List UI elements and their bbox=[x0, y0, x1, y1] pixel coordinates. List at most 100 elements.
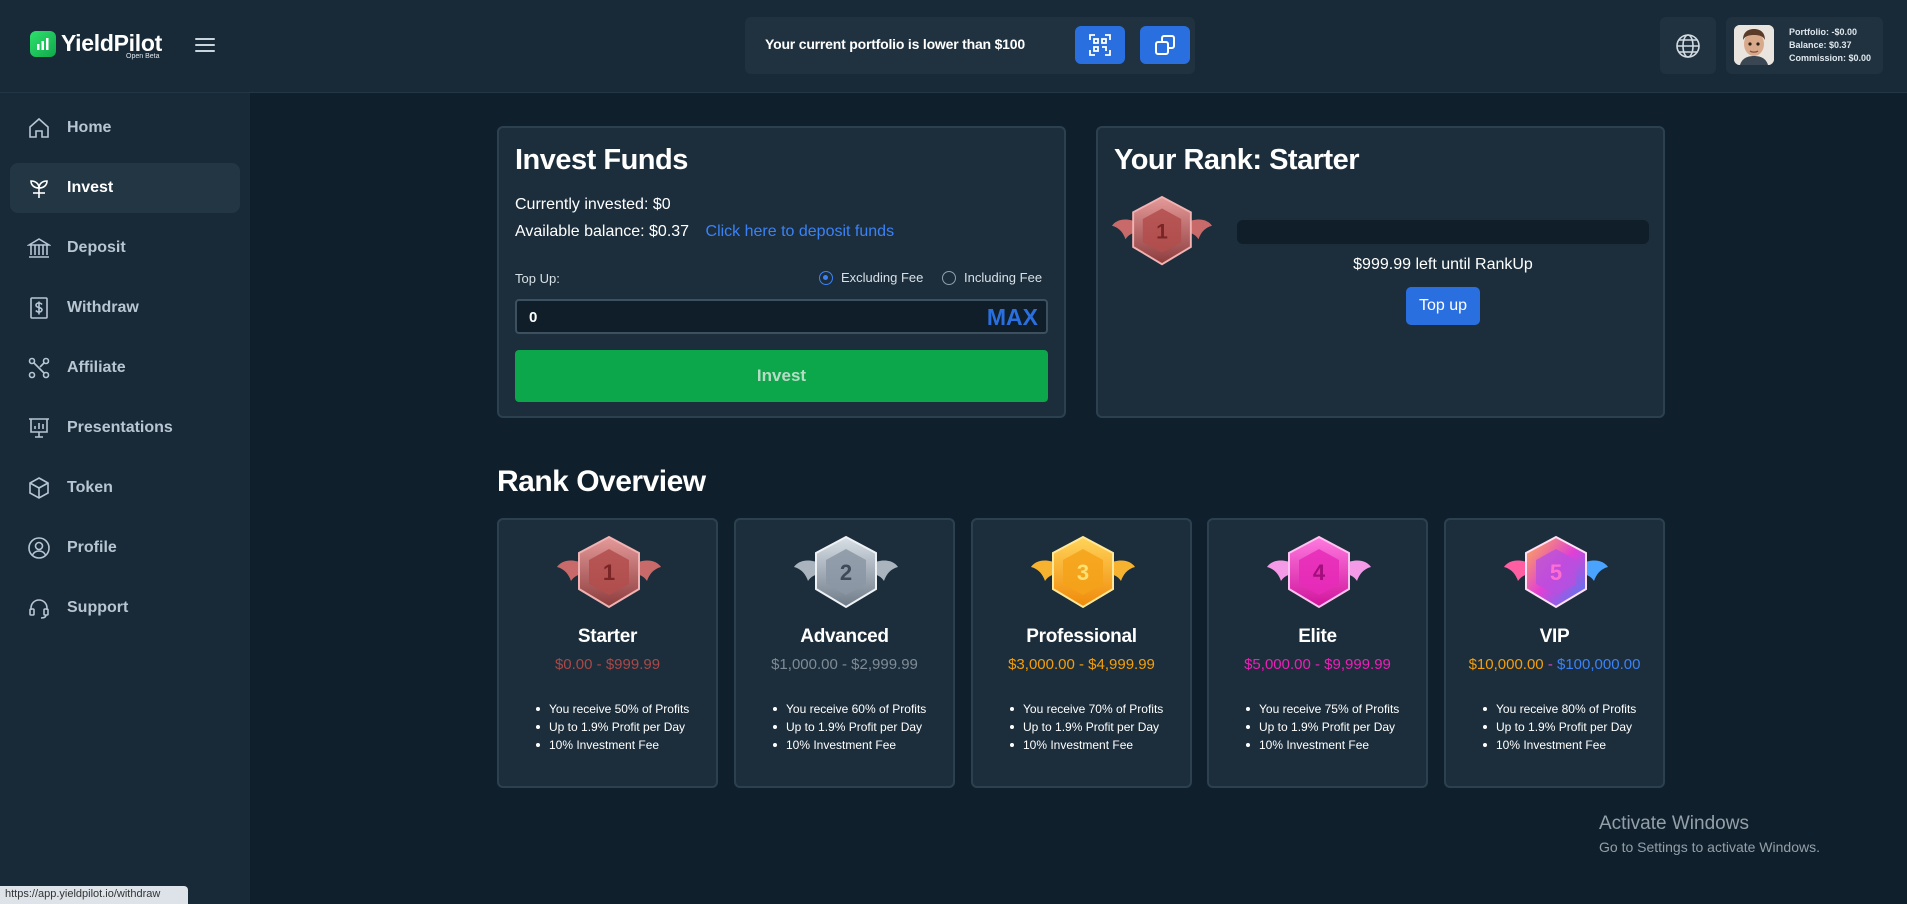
sidebar-item-presentations[interactable]: Presentations bbox=[10, 403, 240, 453]
avatar[interactable] bbox=[1734, 25, 1774, 65]
sidebar-item-withdraw[interactable]: Withdraw bbox=[10, 283, 240, 333]
top-header: YieldPilot Open Beta Your current portfo… bbox=[0, 0, 1907, 93]
rank-card-vip: 5 VIP $10,000.00 - $100,000.00 You recei… bbox=[1444, 518, 1665, 788]
qr-icon bbox=[1089, 34, 1111, 56]
perk-item: You receive 70% of Profits bbox=[1010, 700, 1163, 718]
badge-number: 1 bbox=[603, 560, 615, 585]
brand-logo[interactable]: YieldPilot Open Beta bbox=[30, 30, 162, 60]
elite-badge-icon: 4 bbox=[1267, 535, 1371, 609]
perk-item: You receive 80% of Profits bbox=[1483, 700, 1636, 718]
withdraw-icon bbox=[30, 297, 48, 319]
sidebar-item-label: Invest bbox=[67, 179, 114, 196]
perk-item: 10% Investment Fee bbox=[1483, 736, 1636, 754]
perk-item: You receive 75% of Profits bbox=[1246, 700, 1399, 718]
deposit-funds-link[interactable]: Click here to deposit funds bbox=[706, 223, 895, 240]
sidebar-item-profile[interactable]: Profile bbox=[10, 523, 240, 573]
topup-label: Top Up: bbox=[515, 271, 560, 286]
perk-item: 10% Investment Fee bbox=[536, 736, 689, 754]
home-icon bbox=[29, 117, 49, 138]
copy-button[interactable] bbox=[1140, 26, 1190, 64]
sidebar-item-label: Affiliate bbox=[67, 359, 126, 376]
including-fee-radio[interactable]: Including Fee bbox=[942, 270, 1042, 285]
starter-badge-icon: 1 bbox=[557, 535, 661, 609]
radio-checked-icon bbox=[819, 270, 833, 285]
perk-item: 10% Investment Fee bbox=[1246, 736, 1399, 754]
copy-icon bbox=[1155, 35, 1175, 55]
including-fee-label: Including Fee bbox=[964, 270, 1043, 285]
user-icon bbox=[28, 537, 50, 559]
rank-perks: You receive 50% of Profits Up to 1.9% Pr… bbox=[536, 700, 689, 754]
commission-value: Commission: $0.00 bbox=[1789, 53, 1872, 63]
sidebar-item-label: Home bbox=[67, 119, 112, 136]
presentation-icon bbox=[29, 418, 49, 438]
rank-name: Elite bbox=[1298, 626, 1337, 647]
sidebar: Home Invest Deposit Withdraw Affiliate P… bbox=[0, 93, 250, 904]
badge-number: 4 bbox=[1313, 560, 1326, 585]
sidebar-item-deposit[interactable]: Deposit bbox=[10, 223, 240, 273]
rank-perks: You receive 75% of Profits Up to 1.9% Pr… bbox=[1246, 700, 1399, 754]
perk-item: You receive 50% of Profits bbox=[536, 700, 689, 718]
starter-rank-badge-icon: 1 bbox=[1112, 195, 1212, 266]
perk-item: You receive 60% of Profits bbox=[773, 700, 926, 718]
sidebar-item-invest[interactable]: Invest bbox=[10, 163, 240, 213]
sidebar-item-label: Presentations bbox=[67, 419, 173, 436]
perk-item: Up to 1.9% Profit per Day bbox=[536, 718, 689, 736]
rank-card-advanced: 2 Advanced $1,000.00 - $2,999.99 You rec… bbox=[734, 518, 955, 788]
sidebar-item-home[interactable]: Home bbox=[10, 103, 240, 153]
bank-icon bbox=[27, 238, 51, 258]
rank-card-starter: 1 Starter $0.00 - $999.99 You receive 50… bbox=[497, 518, 718, 788]
topup-button[interactable]: Top up bbox=[1406, 287, 1480, 325]
badge-number: 5 bbox=[1550, 560, 1562, 585]
excluding-fee-label: Excluding Fee bbox=[841, 270, 924, 285]
rank-name: Advanced bbox=[800, 626, 889, 647]
sidebar-item-affiliate[interactable]: Affiliate bbox=[10, 343, 240, 393]
perk-item: 10% Investment Fee bbox=[1010, 736, 1163, 754]
vip-badge-icon: 5 bbox=[1504, 535, 1608, 609]
your-rank-panel: Your Rank: Starter 1 $999.99 left until … bbox=[1096, 126, 1665, 418]
rank-overview-title: Rank Overview bbox=[497, 465, 706, 498]
sidebar-item-support[interactable]: Support bbox=[10, 583, 240, 633]
user-account-box[interactable]: Portfolio: -$0.00 Balance: $0.37 Commiss… bbox=[1726, 17, 1883, 74]
sprout-icon bbox=[30, 180, 48, 198]
rank-range-low: $10,000.00 bbox=[1468, 656, 1544, 673]
your-rank-title: Your Rank: Starter bbox=[1114, 144, 1360, 176]
rank-range: $0.00 - $999.99 bbox=[554, 656, 661, 673]
professional-badge-icon: 3 bbox=[1031, 535, 1135, 609]
sidebar-item-label: Profile bbox=[67, 539, 117, 556]
menu-toggle-icon[interactable] bbox=[195, 38, 215, 54]
notice-text: Your current portfolio is lower than $10… bbox=[765, 36, 1025, 52]
rank-left-text: $999.99 left until RankUp bbox=[1353, 256, 1533, 273]
topup-amount-value: 0 bbox=[529, 309, 538, 326]
globe-icon bbox=[1676, 33, 1700, 58]
badge-number: 2 bbox=[840, 560, 852, 585]
balance-value: Balance: $0.37 bbox=[1789, 40, 1852, 50]
rank-perks: You receive 60% of Profits Up to 1.9% Pr… bbox=[773, 700, 926, 754]
rank-card-professional: 3 Professional $3,000.00 - $4,999.99 You… bbox=[971, 518, 1192, 788]
rank-range: $5,000.00 - $9,999.99 bbox=[1244, 656, 1391, 673]
sidebar-item-label: Support bbox=[67, 599, 129, 616]
currently-invested: Currently invested: $0 bbox=[515, 196, 671, 213]
portfolio-value: Portfolio: -$0.00 bbox=[1789, 27, 1858, 37]
radio-unchecked-icon bbox=[942, 270, 956, 285]
invest-funds-panel: Invest Funds Currently invested: $0 Avai… bbox=[497, 126, 1066, 418]
invest-button[interactable]: Invest bbox=[515, 350, 1048, 402]
max-button[interactable]: MAX bbox=[987, 304, 1038, 331]
badge-number: 3 bbox=[1077, 560, 1089, 585]
perk-item: Up to 1.9% Profit per Day bbox=[1483, 718, 1636, 736]
topup-amount-input[interactable]: 0 MAX bbox=[515, 299, 1048, 334]
logo-icon bbox=[30, 30, 56, 57]
excluding-fee-radio[interactable]: Excluding Fee bbox=[819, 270, 923, 285]
rank-range-high: $100,000.00 bbox=[1557, 656, 1641, 673]
perk-item: Up to 1.9% Profit per Day bbox=[773, 718, 926, 736]
advanced-badge-icon: 2 bbox=[794, 535, 898, 609]
qr-code-button[interactable] bbox=[1075, 26, 1125, 64]
windows-activation-watermark: Activate Windows Go to Settings to activ… bbox=[1599, 813, 1820, 855]
brand-subtitle: Open Beta bbox=[126, 53, 160, 60]
affiliate-icon bbox=[28, 357, 50, 379]
headset-icon bbox=[29, 599, 49, 619]
sidebar-item-token[interactable]: Token bbox=[10, 463, 240, 513]
rank-badge-number: 1 bbox=[1156, 220, 1168, 243]
perk-item: Up to 1.9% Profit per Day bbox=[1246, 718, 1399, 736]
language-button[interactable] bbox=[1660, 17, 1716, 74]
rank-range: $10,000.00 - $100,000.00 bbox=[1446, 656, 1663, 673]
